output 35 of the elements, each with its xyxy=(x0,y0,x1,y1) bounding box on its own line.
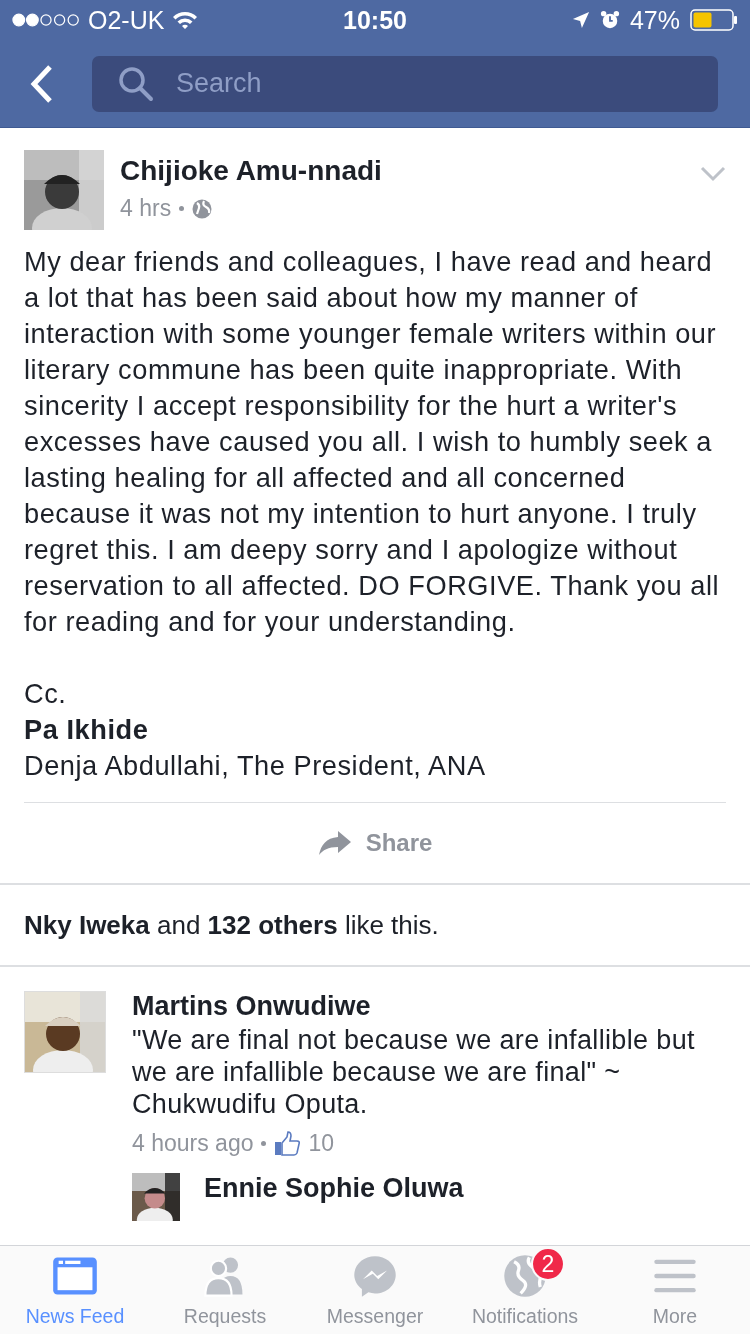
tab[interactable]: News Feed xyxy=(0,1246,150,1334)
share-icon xyxy=(317,830,352,856)
tab[interactable]: 2 Notifications xyxy=(450,1246,600,1334)
share-button[interactable]: Share xyxy=(313,825,437,861)
battery-percent: 47% xyxy=(629,5,680,35)
dot-icon xyxy=(261,1141,267,1146)
post-time: 4 hrs xyxy=(120,195,172,222)
search-icon xyxy=(118,65,154,102)
tab[interactable]: More xyxy=(600,1246,750,1334)
carrier-name: O2-UK xyxy=(88,5,165,35)
battery-icon xyxy=(690,9,738,31)
tab[interactable]: Messenger xyxy=(300,1246,450,1334)
cc-line: Pa Ikhide xyxy=(24,713,150,747)
back-button[interactable] xyxy=(30,63,54,104)
comment-text: "We are final not because we are infallible but we are infallible because we are final" ~ Chukwudifu Oputa. xyxy=(132,1024,696,1120)
cc-line: Cc. xyxy=(24,677,68,711)
cc-line: Denja Abdullahi, The President, ANA xyxy=(24,749,487,783)
author-name: Chijioke Amu-nnadi xyxy=(120,155,382,187)
tab[interactable]: Requests xyxy=(150,1246,300,1334)
wifi-icon xyxy=(172,10,199,30)
signal-icon xyxy=(12,13,80,27)
like-count: 10 xyxy=(308,1130,335,1157)
notification-badge: 2 xyxy=(531,1247,565,1281)
globe-icon xyxy=(192,198,213,219)
thumbs-up-icon xyxy=(274,1130,301,1157)
messenger-icon xyxy=(351,1253,399,1299)
dot-icon xyxy=(179,206,185,211)
location-arrow-icon xyxy=(571,11,590,29)
comment-time: 4 hours ago xyxy=(132,1130,254,1157)
alarm-clock-icon xyxy=(599,10,620,30)
post-text: My dear friends and colleagues, I have read and heard a lot that has been said about how my manner of interaction with some younger female writers within our literary commune has been quite inappropriate. With sincerity I accept responsibility for the hurt a writer's excesses have caused you all. I wish to humbly seek a lasting healing for all affected and all concerned because it was not my intention to hurt anyone. I truly regret this. I am deepy sorry and I apologize without reservation to all affected. DO FORGIVE. Thank you all for reading and for your understanding. xyxy=(24,245,721,639)
commenter-name: Martins Onwudiwe xyxy=(132,991,372,1022)
likes-summary: Nky Iweka and 132 others like this. xyxy=(24,909,439,941)
reply-author-name: Ennie Sophie Oluwa xyxy=(204,1173,464,1205)
clock-time: 10:50 xyxy=(343,5,407,35)
